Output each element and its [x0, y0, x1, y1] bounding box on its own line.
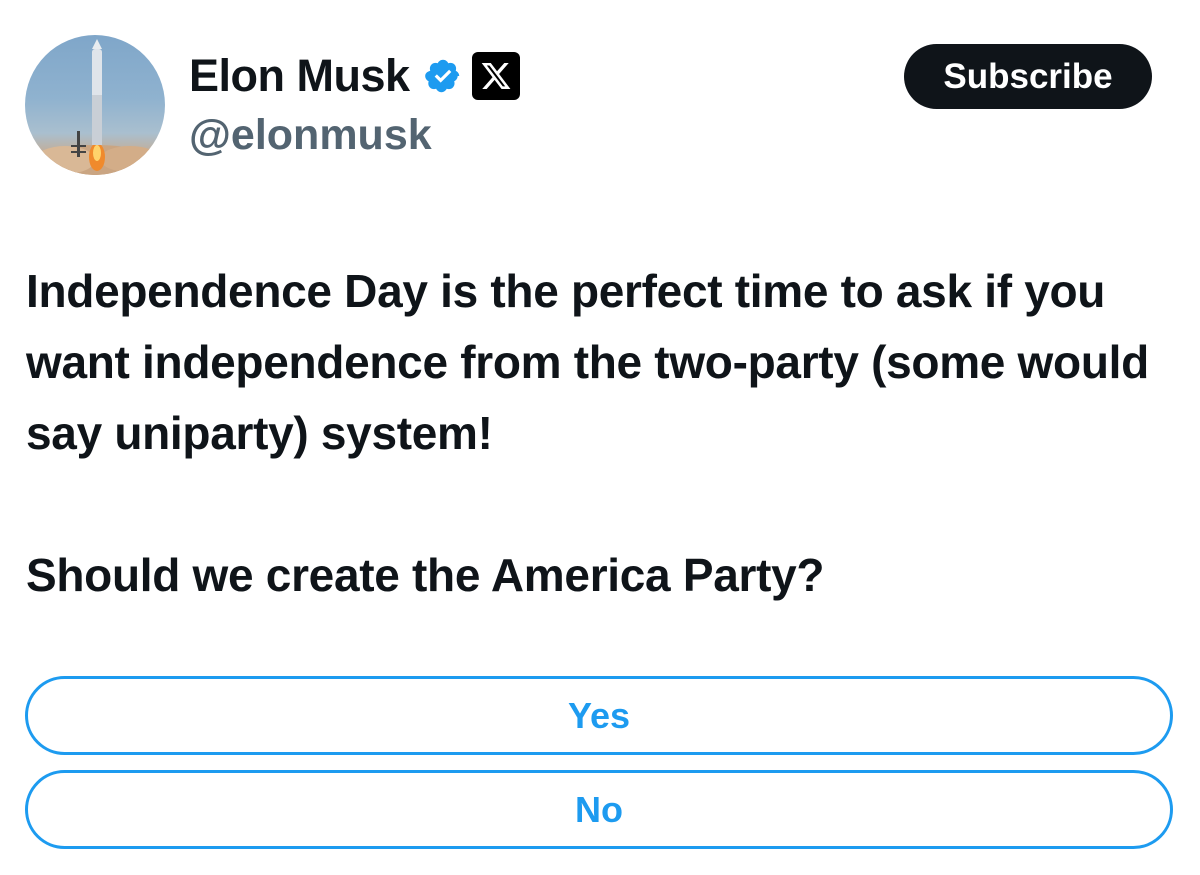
poll-option-no[interactable]: No [25, 770, 1173, 849]
author-handle[interactable]: @elonmusk [189, 110, 432, 160]
author-name-row: Elon Musk [189, 50, 520, 102]
verified-badge-icon [424, 57, 462, 95]
tweet-text: Independence Day is the perfect time to … [26, 256, 1176, 611]
tweet-question: Should we create the America Party? [26, 549, 825, 601]
tweet-body: Independence Day is the perfect time to … [26, 265, 1149, 459]
x-logo-icon [471, 52, 520, 100]
author-display-name[interactable]: Elon Musk [189, 50, 410, 102]
poll-option-yes[interactable]: Yes [25, 676, 1173, 755]
rocket-launch-icon [25, 39, 165, 175]
subscribe-button[interactable]: Subscribe [904, 44, 1152, 109]
avatar[interactable] [25, 35, 165, 175]
